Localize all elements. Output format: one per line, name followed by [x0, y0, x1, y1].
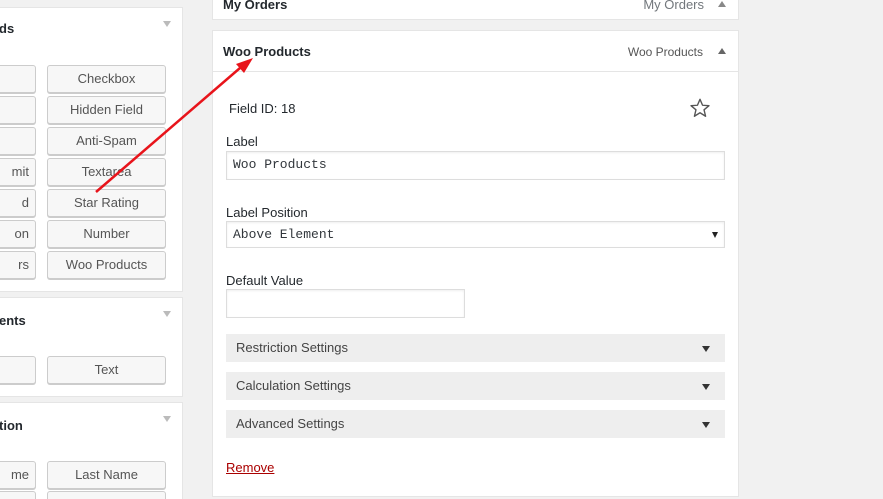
field-type: Woo Products: [627, 45, 703, 59]
field-button[interactable]: [0, 127, 36, 155]
field-group-panel-1: ds mit d on rs Checkbox Hidden Field Ant…: [0, 7, 183, 292]
caret-up-icon[interactable]: [718, 48, 726, 54]
label-input[interactable]: Woo Products: [226, 151, 725, 180]
default-value-input[interactable]: [226, 289, 465, 318]
remove-link[interactable]: Remove: [226, 460, 274, 475]
caret-down-icon: [702, 422, 710, 428]
hidden-field-button[interactable]: Hidden Field: [47, 96, 166, 124]
label-position-select[interactable]: Above Element: [226, 221, 725, 248]
section-label: Restriction Settings: [236, 340, 348, 355]
section-label: Calculation Settings: [236, 378, 351, 393]
caret-down-icon: [702, 384, 710, 390]
caret-up-icon[interactable]: [718, 1, 726, 7]
text-button[interactable]: Text: [47, 356, 166, 384]
collapse-arrow-icon[interactable]: [163, 416, 171, 422]
field-header[interactable]: Woo Products Woo Products: [213, 31, 738, 72]
label-label: Label: [226, 134, 258, 149]
star-rating-button[interactable]: Star Rating: [47, 189, 166, 217]
restriction-settings-toggle[interactable]: Restriction Settings: [226, 334, 725, 362]
field-button[interactable]: [0, 356, 36, 384]
label-position-value: Above Element: [233, 227, 335, 242]
default-value-label: Default Value: [226, 273, 304, 288]
field-id-label: Field ID:: [229, 101, 278, 116]
field-button[interactable]: [0, 96, 36, 124]
panel-title: tion: [0, 418, 23, 433]
field-group-panel-2: ents Text: [0, 297, 183, 397]
advanced-settings-toggle[interactable]: Advanced Settings: [226, 410, 725, 438]
field-button[interactable]: rs: [0, 251, 36, 279]
field-item-woo-products: Woo Products Woo Products Field ID: 18 L…: [212, 30, 739, 497]
field-id: Field ID: 18: [229, 101, 296, 116]
woo-products-button[interactable]: Woo Products: [47, 251, 166, 279]
field-button[interactable]: [47, 491, 166, 499]
anti-spam-button[interactable]: Anti-Spam: [47, 127, 166, 155]
field-button[interactable]: [0, 491, 36, 499]
caret-down-icon: [702, 346, 710, 352]
collapse-arrow-icon[interactable]: [163, 311, 171, 317]
field-button[interactable]: mit: [0, 158, 36, 186]
field-button[interactable]: me: [0, 461, 36, 489]
panel-title: ds: [0, 21, 15, 36]
number-button[interactable]: Number: [47, 220, 166, 248]
label-position-label: Label Position: [226, 205, 308, 220]
field-button[interactable]: [0, 65, 36, 93]
field-title: Woo Products: [223, 44, 311, 59]
collapse-arrow-icon[interactable]: [163, 21, 171, 27]
field-button[interactable]: on: [0, 220, 36, 248]
select-arrow-icon: [712, 232, 718, 238]
section-label: Advanced Settings: [236, 416, 345, 431]
field-title: My Orders: [223, 0, 288, 12]
field-button[interactable]: d: [0, 189, 36, 217]
calculation-settings-toggle[interactable]: Calculation Settings: [226, 372, 725, 400]
field-item-my-orders[interactable]: My Orders My Orders: [212, 0, 739, 20]
panel-title: ents: [0, 313, 26, 328]
field-id-value: 18: [281, 101, 296, 116]
star-outline-icon[interactable]: [689, 97, 711, 119]
checkbox-button[interactable]: Checkbox: [47, 65, 166, 93]
field-group-panel-3: tion me Last Name: [0, 402, 183, 499]
textarea-button[interactable]: Textarea: [47, 158, 166, 186]
last-name-button[interactable]: Last Name: [47, 461, 166, 489]
field-type: My Orders: [643, 0, 704, 12]
